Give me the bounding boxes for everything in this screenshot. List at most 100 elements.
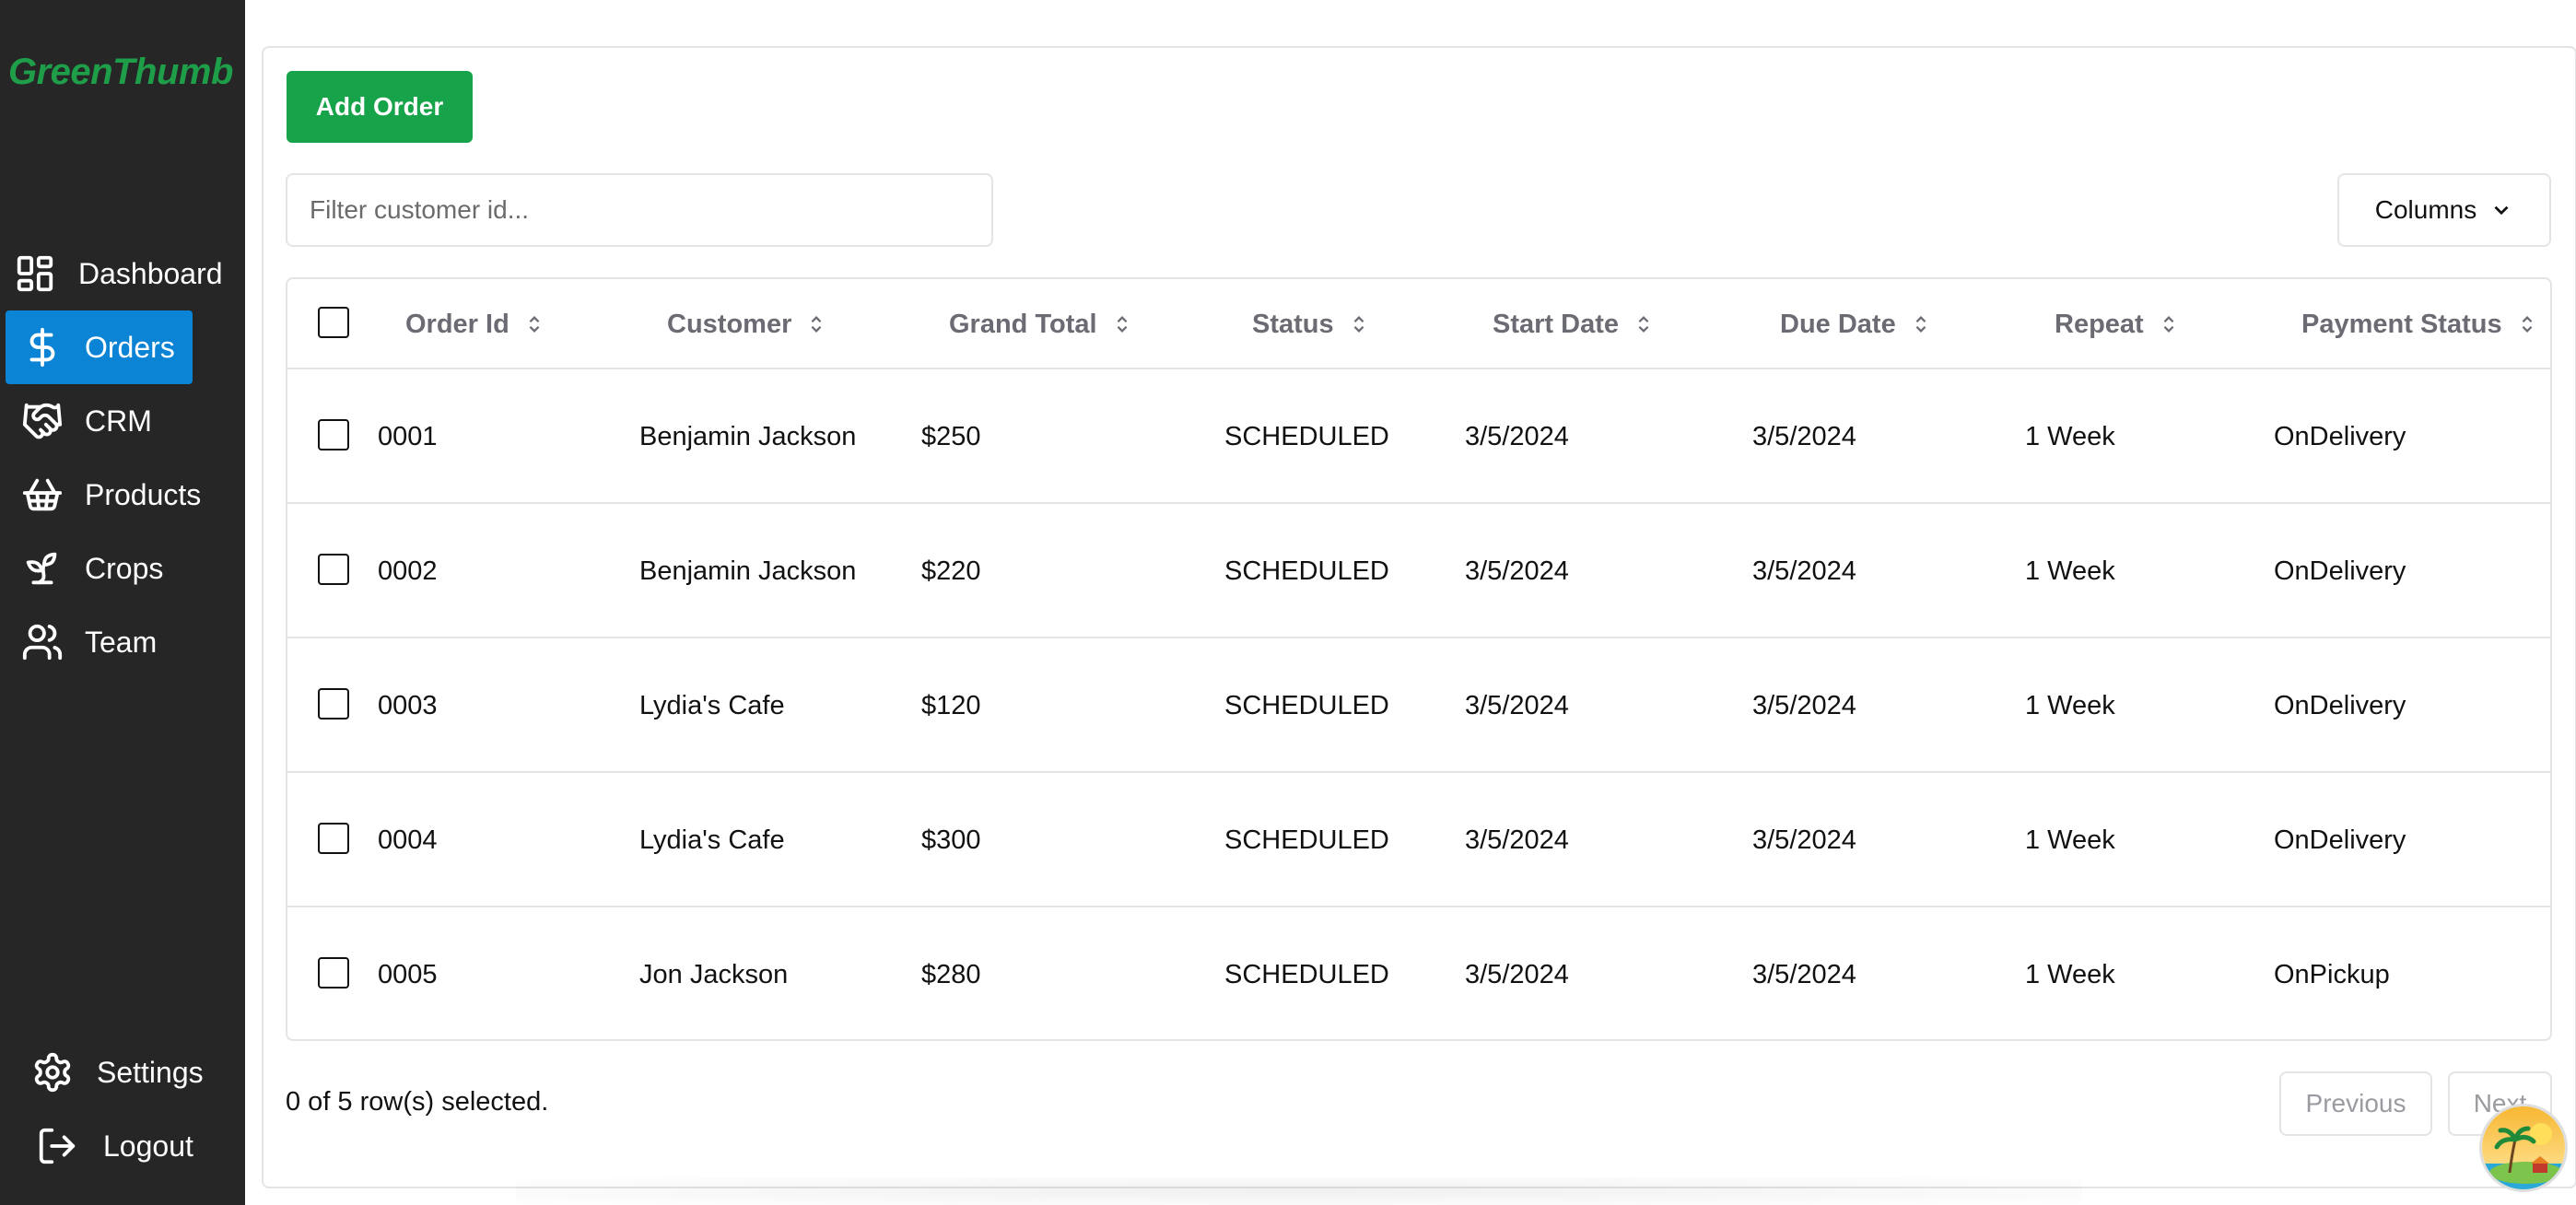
cell-order-id: 0003 <box>378 690 438 720</box>
sidebar: GreenThumb Dashboard Orders CRM Products… <box>0 0 245 1205</box>
cell-status: SCHEDULED <box>1224 421 1389 451</box>
table-row[interactable]: 0003 Lydia's Cafe $120 SCHEDULED 3/5/202… <box>287 638 2550 773</box>
sprout-icon <box>18 544 66 592</box>
table-row[interactable]: 0004 Lydia's Cafe $300 SCHEDULED 3/5/202… <box>287 773 2550 907</box>
sidebar-item-crm[interactable]: CRM <box>6 384 193 458</box>
cell-customer: Lydia's Cafe <box>639 825 785 855</box>
cell-status: SCHEDULED <box>1224 690 1389 720</box>
cell-start-date: 3/5/2024 <box>1465 556 1569 586</box>
logout-icon <box>33 1122 81 1170</box>
table-row[interactable]: 0002 Benjamin Jackson $220 SCHEDULED 3/5… <box>287 504 2550 638</box>
decorative-shadow <box>516 1177 2082 1205</box>
cell-order-id: 0001 <box>378 421 438 451</box>
cell-customer: Lydia's Cafe <box>639 690 785 720</box>
sort-icon <box>1915 316 1926 333</box>
sidebar-item-label: Products <box>85 477 202 511</box>
cell-repeat: 1 Week <box>2025 959 2115 989</box>
column-header-repeat[interactable]: Repeat <box>2055 279 2179 369</box>
sort-icon <box>2522 316 2532 333</box>
table-row[interactable]: 0001 Benjamin Jackson $250 SCHEDULED 3/5… <box>287 369 2550 504</box>
cell-order-id: 0005 <box>378 959 438 989</box>
cell-grand-total: $220 <box>921 556 981 586</box>
columns-label: Columns <box>2374 195 2477 224</box>
sidebar-item-label: Team <box>85 625 158 659</box>
sidebar-item-label: Logout <box>103 1129 193 1163</box>
cell-order-id: 0004 <box>378 825 438 855</box>
sidebar-item-label: Orders <box>85 330 175 364</box>
sidebar-item-logout[interactable]: Logout <box>6 1109 193 1183</box>
cell-payment-status: OnDelivery <box>2274 556 2406 586</box>
sidebar-item-team[interactable]: Team <box>6 605 193 679</box>
cell-due-date: 3/5/2024 <box>1752 421 1856 451</box>
row-checkbox[interactable] <box>318 823 349 854</box>
row-checkbox[interactable] <box>318 419 349 450</box>
sidebar-item-label: Crops <box>85 551 164 585</box>
previous-button[interactable]: Previous <box>2279 1071 2432 1136</box>
cell-start-date: 3/5/2024 <box>1465 959 1569 989</box>
cell-payment-status: OnDelivery <box>2274 421 2406 451</box>
cell-payment-status: OnPickup <box>2274 959 2390 989</box>
column-header-order-id[interactable]: Order Id <box>405 279 544 369</box>
column-header-label: Grand Total <box>949 309 1097 339</box>
basket-icon <box>18 471 66 519</box>
dashboard-icon <box>11 250 59 298</box>
avatar[interactable] <box>2479 1104 2568 1192</box>
select-all-checkbox[interactable] <box>318 307 349 338</box>
cell-grand-total: $280 <box>921 959 981 989</box>
column-header-grand-total[interactable]: Grand Total <box>949 279 1132 369</box>
column-header-label: Repeat <box>2055 309 2144 339</box>
sidebar-item-orders[interactable]: Orders <box>6 310 193 384</box>
dollar-icon <box>18 323 66 371</box>
cell-repeat: 1 Week <box>2025 421 2115 451</box>
sidebar-item-dashboard[interactable]: Dashboard <box>6 237 223 310</box>
handshake-icon <box>18 397 66 445</box>
cell-payment-status: OnDelivery <box>2274 690 2406 720</box>
cell-due-date: 3/5/2024 <box>1752 825 1856 855</box>
table-row[interactable]: 0005 Jon Jackson $280 SCHEDULED 3/5/2024… <box>287 907 2550 1039</box>
column-header-due-date[interactable]: Due Date <box>1780 279 1931 369</box>
row-checkbox[interactable] <box>318 688 349 719</box>
orders-table: Order Id Customer Grand Total Status Sta… <box>286 277 2552 1041</box>
cell-due-date: 3/5/2024 <box>1752 959 1856 989</box>
column-header-start-date[interactable]: Start Date <box>1493 279 1654 369</box>
row-checkbox[interactable] <box>318 554 349 585</box>
sidebar-item-products[interactable]: Products <box>6 458 201 532</box>
column-header-label: Order Id <box>405 309 509 339</box>
column-header-label: Status <box>1252 309 1334 339</box>
chevron-down-icon <box>2494 205 2509 216</box>
cell-grand-total: $120 <box>921 690 981 720</box>
column-header-customer[interactable]: Customer <box>667 279 826 369</box>
column-header-label: Start Date <box>1493 309 1619 339</box>
cell-customer: Benjamin Jackson <box>639 556 857 586</box>
sidebar-item-crops[interactable]: Crops <box>6 532 193 605</box>
cell-repeat: 1 Week <box>2025 690 2115 720</box>
selection-count: 0 of 5 row(s) selected. <box>286 1087 549 1117</box>
column-header-status[interactable]: Status <box>1252 279 1369 369</box>
sidebar-item-settings[interactable]: Settings <box>6 1035 204 1109</box>
row-checkbox[interactable] <box>318 957 349 989</box>
sort-icon <box>811 316 822 333</box>
users-icon <box>18 618 66 666</box>
sort-icon <box>1117 316 1127 333</box>
cell-due-date: 3/5/2024 <box>1752 690 1856 720</box>
gear-icon <box>29 1048 76 1096</box>
columns-button[interactable]: Columns <box>2337 173 2551 247</box>
app-logo: GreenThumb <box>8 52 233 92</box>
cell-start-date: 3/5/2024 <box>1465 690 1569 720</box>
filter-customer-input[interactable] <box>286 173 993 247</box>
cell-repeat: 1 Week <box>2025 825 2115 855</box>
cell-customer: Jon Jackson <box>639 959 789 989</box>
cell-due-date: 3/5/2024 <box>1752 556 1856 586</box>
sort-icon <box>1638 316 1649 333</box>
cell-customer: Benjamin Jackson <box>639 421 857 451</box>
cell-start-date: 3/5/2024 <box>1465 421 1569 451</box>
cell-order-id: 0002 <box>378 556 438 586</box>
cell-grand-total: $250 <box>921 421 981 451</box>
column-header-label: Customer <box>667 309 792 339</box>
column-header-payment-status[interactable]: Payment Status <box>2301 279 2537 369</box>
sidebar-item-label: CRM <box>85 404 152 438</box>
cell-status: SCHEDULED <box>1224 556 1389 586</box>
table-header: Order Id Customer Grand Total Status Sta… <box>287 279 2550 369</box>
column-header-label: Due Date <box>1780 309 1896 339</box>
add-order-button[interactable]: Add Order <box>287 71 473 143</box>
